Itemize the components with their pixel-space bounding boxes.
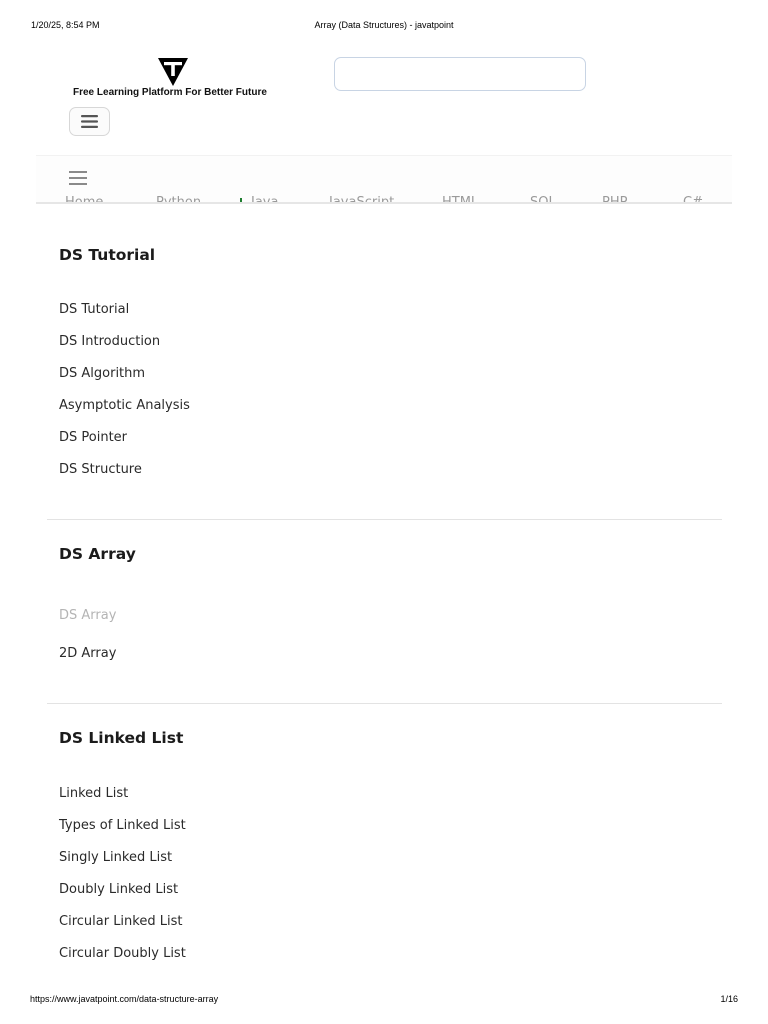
javatpoint-t-logo-icon[interactable] — [155, 56, 191, 88]
nav-item-html[interactable]: HTML — [442, 195, 478, 204]
print-page-number: 1/16 — [720, 994, 738, 1004]
nav-item-javascript[interactable]: JavaScript — [329, 195, 394, 204]
sidebar-item-asymptotic-analysis[interactable]: Asymptotic Analysis — [59, 398, 190, 413]
menu-button[interactable] — [69, 107, 110, 136]
sidebar-item-ds-structure[interactable]: DS Structure — [59, 462, 142, 477]
section-title-ds-linked-list: DS Linked List — [59, 729, 184, 747]
nav-toggle[interactable] — [69, 171, 87, 190]
nav-item-home[interactable]: Home — [65, 195, 103, 204]
sidebar-item-types-of-linked-list[interactable]: Types of Linked List — [59, 818, 186, 833]
nav-item-python[interactable]: Python — [156, 195, 201, 204]
nav-item-csharp[interactable]: C# — [683, 195, 703, 204]
sidebar-item-ds-introduction[interactable]: DS Introduction — [59, 334, 160, 349]
sidebar-item-doubly-linked-list[interactable]: Doubly Linked List — [59, 882, 178, 897]
nav-item-java[interactable]: Java — [251, 195, 278, 204]
sidebar-item-singly-linked-list[interactable]: Singly Linked List — [59, 850, 172, 865]
section-title-ds-array: DS Array — [59, 545, 136, 563]
sidebar-item-ds-array[interactable]: DS Array — [59, 608, 116, 623]
active-nav-marker — [240, 198, 242, 204]
print-header: 1/20/25, 8:54 PM Array (Data Structures)… — [0, 20, 768, 34]
print-page-title: Array (Data Structures) - javatpoint — [314, 20, 454, 30]
top-nav: Home Python Java JavaScript HTML SQL PHP… — [36, 155, 732, 204]
hamburger-menu-icon — [69, 171, 87, 185]
sidebar-item-circular-doubly-list[interactable]: Circular Doubly List — [59, 946, 186, 961]
section-divider — [47, 519, 722, 520]
tagline: Free Learning Platform For Better Future — [73, 87, 267, 98]
hamburger-menu-icon — [81, 115, 98, 128]
sidebar-item-linked-list[interactable]: Linked List — [59, 786, 128, 801]
sidebar-item-ds-algorithm[interactable]: DS Algorithm — [59, 366, 145, 381]
print-url: https://www.javatpoint.com/data-structur… — [30, 994, 219, 1004]
section-divider — [47, 703, 722, 704]
nav-item-sql[interactable]: SQL — [530, 195, 556, 204]
sidebar-item-ds-tutorial[interactable]: DS Tutorial — [59, 302, 129, 317]
sidebar-item-ds-pointer[interactable]: DS Pointer — [59, 430, 127, 445]
sidebar-item-circular-linked-list[interactable]: Circular Linked List — [59, 914, 182, 929]
section-title-ds-tutorial: DS Tutorial — [59, 246, 156, 264]
search-input[interactable] — [334, 57, 586, 91]
sidebar-item-2d-array[interactable]: 2D Array — [59, 646, 116, 661]
nav-item-php[interactable]: PHP — [602, 195, 627, 204]
